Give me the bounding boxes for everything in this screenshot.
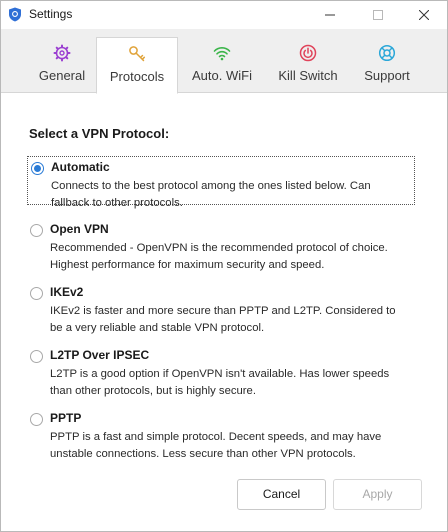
close-icon bbox=[419, 10, 429, 20]
option-name: IKEv2 bbox=[50, 285, 84, 299]
key-icon bbox=[129, 46, 146, 62]
maximize-icon bbox=[373, 10, 383, 20]
protocol-option-automatic[interactable]: Automatic Connects to the best protocol … bbox=[27, 156, 415, 209]
radio-button[interactable] bbox=[30, 413, 43, 426]
minimize-button[interactable] bbox=[313, 1, 347, 29]
tab-label: General bbox=[38, 68, 86, 83]
minimize-icon bbox=[325, 14, 335, 16]
cancel-button[interactable]: Cancel bbox=[237, 479, 326, 510]
section-title: Select a VPN Protocol: bbox=[29, 126, 170, 141]
settings-window: Settings General Protocols Auto. WiFi Ki… bbox=[0, 0, 448, 532]
radio-button[interactable] bbox=[30, 224, 43, 237]
tab-strip: General Protocols Auto. WiFi Kill Switch… bbox=[1, 29, 447, 94]
radio-button[interactable] bbox=[30, 350, 43, 363]
option-name: Open VPN bbox=[50, 222, 109, 236]
radio-button[interactable] bbox=[31, 162, 44, 175]
option-description: PPTP is a fast and simple protocol. Dece… bbox=[50, 431, 382, 460]
power-icon bbox=[299, 44, 317, 62]
option-description: IKEv2 is faster and more secure than PPT… bbox=[50, 305, 396, 334]
tab-label: Support bbox=[364, 68, 410, 83]
protocol-option-pptp[interactable]: PPTP PPTP is a fast and simple protocol.… bbox=[27, 408, 415, 460]
tab-label: Protocols bbox=[109, 69, 165, 84]
option-name: L2TP Over IPSEC bbox=[50, 348, 150, 362]
tab-auto-wifi[interactable]: Auto. WiFi bbox=[181, 37, 263, 93]
option-description: Recommended - OpenVPN is the recommended… bbox=[50, 242, 388, 271]
protocol-option-open-vpn[interactable]: Open VPN Recommended - OpenVPN is the re… bbox=[27, 219, 415, 271]
window-title: Settings bbox=[29, 7, 73, 21]
option-description: Connects to the best protocol among the … bbox=[51, 180, 371, 209]
apply-button[interactable]: Apply bbox=[333, 479, 422, 510]
wifi-icon bbox=[213, 47, 231, 61]
option-name: PPTP bbox=[50, 411, 82, 425]
maximize-button[interactable] bbox=[361, 1, 395, 29]
tab-kill-switch[interactable]: Kill Switch bbox=[268, 37, 348, 93]
tab-support[interactable]: Support bbox=[356, 37, 418, 93]
lifebuoy-icon bbox=[378, 44, 396, 62]
option-description: L2TP is a good option if OpenVPN isn't a… bbox=[50, 368, 390, 397]
protocol-option-ikev2[interactable]: IKEv2 IKEv2 is faster and more secure th… bbox=[27, 282, 415, 334]
tab-protocols[interactable]: Protocols bbox=[96, 37, 178, 94]
title-bar: Settings bbox=[1, 1, 447, 29]
shield-icon bbox=[9, 7, 21, 22]
tab-label: Auto. WiFi bbox=[192, 68, 252, 83]
tab-label: Kill Switch bbox=[278, 68, 338, 83]
protocol-option-l2tp[interactable]: L2TP Over IPSEC L2TP is a good option if… bbox=[27, 345, 415, 397]
gear-icon bbox=[53, 44, 71, 62]
tab-general[interactable]: General bbox=[27, 37, 97, 93]
close-button[interactable] bbox=[407, 1, 441, 29]
option-name: Automatic bbox=[51, 160, 110, 174]
radio-button[interactable] bbox=[30, 287, 43, 300]
